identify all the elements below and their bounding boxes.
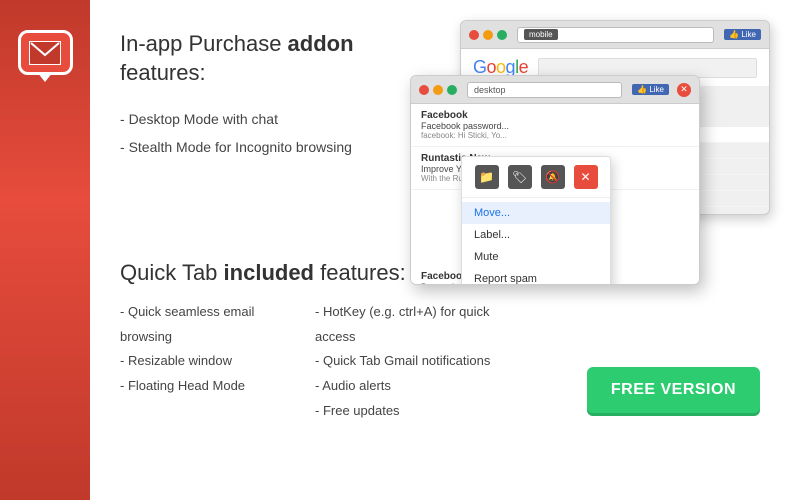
included-feature-list: Quick seamless email browsing Resizable … xyxy=(120,300,500,423)
report-spam-menu-item[interactable]: Report spam xyxy=(462,268,610,285)
included-feature-item: Free updates xyxy=(315,399,500,424)
context-menu-icons: 📁 🏷 🔕 ✕ xyxy=(462,157,610,198)
close-button-front[interactable]: ✕ xyxy=(677,83,691,97)
context-menu: 📁 🏷 🔕 ✕ Move... Label... Mute Report spa… xyxy=(461,156,611,285)
included-feature-item: HotKey (e.g. ctrl+A) for quick access xyxy=(315,300,500,349)
minimize-dot-front xyxy=(433,85,443,95)
expand-dot xyxy=(497,30,507,40)
included-feature-item: Quick seamless email browsing xyxy=(120,300,305,349)
close-icon[interactable]: ✕ xyxy=(574,165,598,189)
included-feature-item: Resizable window xyxy=(120,349,305,374)
included-feature-item: Quick Tab Gmail notifications xyxy=(315,349,500,374)
label-menu-item[interactable]: Label... xyxy=(462,224,610,246)
popup-email-item[interactable]: Facebook Facebook password... facebook: … xyxy=(411,104,699,147)
addon-feature-item: Desktop Mode with chat xyxy=(120,105,410,133)
mobile-tag: mobile xyxy=(524,29,558,40)
context-menu-item-list: Move... Label... Mute Report spam Mark a… xyxy=(462,198,610,285)
sidebar xyxy=(0,0,90,500)
close-dot xyxy=(469,30,479,40)
included-feature-item: Audio alerts xyxy=(315,374,500,399)
url-bar-back: mobile xyxy=(517,27,714,43)
mute-icon[interactable]: 🔕 xyxy=(541,165,565,189)
addon-section: In-app Purchase addon features: Desktop … xyxy=(120,30,410,161)
free-version-button[interactable]: FREE VERSION xyxy=(587,367,760,413)
mail-icon xyxy=(18,30,73,75)
addon-title: In-app Purchase addon features: xyxy=(120,30,410,87)
screenshots-area: mobile 👍 Like Google Gmail ▾ xyxy=(410,20,770,240)
label-icon[interactable]: 🏷 xyxy=(508,165,532,189)
close-dot-front xyxy=(419,85,429,95)
minimize-dot xyxy=(483,30,493,40)
folder-icon[interactable]: 📁 xyxy=(475,165,499,189)
popup-email-content: Facebook Facebook password... facebook: … xyxy=(411,104,699,285)
included-feature-item: Floating Head Mode xyxy=(120,374,305,399)
main-content: In-app Purchase addon features: Desktop … xyxy=(90,0,800,500)
top-section: In-app Purchase addon features: Desktop … xyxy=(120,30,770,240)
gmail-screenshot-front: desktop 👍 Like ✕ Facebook Facebook passw… xyxy=(410,75,700,285)
addon-feature-list: Desktop Mode with chat Stealth Mode for … xyxy=(120,105,410,161)
browser-chrome-front: desktop 👍 Like ✕ xyxy=(411,76,699,104)
like-button[interactable]: 👍 Like xyxy=(724,29,761,40)
move-menu-item[interactable]: Move... xyxy=(462,202,610,224)
browser-chrome-back: mobile 👍 Like xyxy=(461,21,769,49)
addon-feature-item: Stealth Mode for Incognito browsing xyxy=(120,133,410,161)
free-button-wrap: FREE VERSION xyxy=(587,367,770,423)
like-button-front[interactable]: 👍 Like xyxy=(632,84,669,95)
url-bar-front: desktop xyxy=(467,82,622,98)
mute-menu-item[interactable]: Mute xyxy=(462,246,610,268)
expand-dot-front xyxy=(447,85,457,95)
